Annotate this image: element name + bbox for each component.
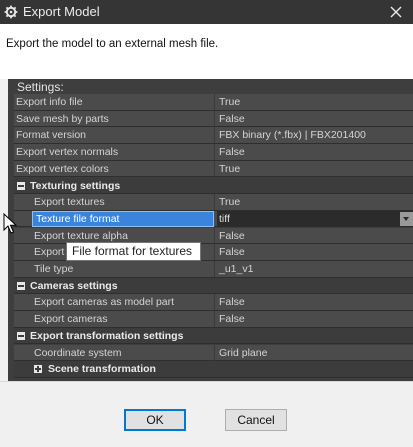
property-value: True bbox=[219, 96, 241, 108]
column-divider bbox=[214, 127, 215, 144]
column-divider bbox=[214, 261, 215, 277]
property-row[interactable]: Export vertex normals False bbox=[14, 144, 413, 161]
ok-button[interactable]: OK bbox=[124, 409, 186, 431]
property-value: False bbox=[219, 296, 245, 309]
property-row[interactable]: Texture file format tiff bbox=[14, 210, 413, 228]
property-value: True bbox=[219, 162, 241, 175]
property-row[interactable]: Export cameras False bbox=[14, 311, 413, 328]
settings-panel: Settings: Export info file True Save mesh … bbox=[8, 79, 413, 381]
column-divider bbox=[214, 344, 215, 361]
property-name: Export textures bbox=[34, 196, 105, 209]
group-label: Texturing settings bbox=[30, 179, 121, 192]
property-value: False bbox=[219, 229, 245, 242]
group-header[interactable]: Cameras settings bbox=[14, 277, 413, 295]
property-value: True bbox=[219, 196, 241, 209]
property-value: _u1_v1 bbox=[219, 263, 254, 275]
property-name: Texture file format bbox=[36, 212, 120, 225]
collapse-icon[interactable] bbox=[17, 281, 25, 290]
collapse-icon[interactable] bbox=[17, 181, 25, 190]
column-divider bbox=[214, 311, 215, 328]
property-row[interactable]: Save mesh by parts False bbox=[14, 110, 413, 128]
group-header[interactable]: Texturing settings bbox=[14, 177, 413, 194]
dialog-description: Export the model to an external mesh fil… bbox=[6, 38, 219, 50]
property-value: False bbox=[219, 112, 245, 125]
column-divider bbox=[214, 110, 215, 127]
group-label: Scene transformation bbox=[48, 363, 156, 376]
property-name: Format version bbox=[16, 129, 87, 142]
property-row[interactable]: Export cameras as model part False bbox=[14, 294, 413, 311]
property-name: Export cameras bbox=[34, 313, 108, 326]
collapse-icon[interactable] bbox=[17, 331, 25, 340]
property-name: Export bbox=[34, 246, 65, 259]
property-row[interactable]: Tile type _u1_v1 bbox=[14, 261, 413, 278]
group-label: Cameras settings bbox=[30, 279, 118, 292]
property-name: Export info file bbox=[16, 96, 83, 108]
property-name: Export cameras as model part bbox=[34, 296, 175, 309]
property-value[interactable]: tiff bbox=[219, 211, 230, 227]
chevron-down-icon[interactable] bbox=[400, 211, 413, 226]
property-grid: Export info file True Save mesh by parts Fa… bbox=[14, 94, 413, 381]
value-dropdown[interactable] bbox=[217, 210, 413, 227]
column-divider bbox=[214, 244, 215, 261]
property-row[interactable]: Export vertex colors True bbox=[14, 160, 413, 178]
close-icon[interactable] bbox=[387, 3, 405, 21]
property-name: Coordinate system bbox=[34, 346, 122, 359]
column-divider bbox=[214, 94, 215, 110]
property-value: FBX binary (*.fbx) | FBX201400 bbox=[219, 129, 366, 142]
group-label: Export transformation settings bbox=[30, 329, 184, 342]
property-row[interactable]: Coordinate system Grid plane bbox=[14, 344, 413, 361]
group-header[interactable]: Scene transformation bbox=[14, 361, 413, 378]
column-divider bbox=[214, 194, 215, 211]
expand-icon[interactable] bbox=[34, 365, 42, 374]
column-divider bbox=[214, 294, 215, 311]
property-name: Export vertex colors bbox=[16, 162, 109, 175]
description-area: Export the model to an external mesh fil… bbox=[0, 24, 413, 79]
property-name: Tile type bbox=[34, 263, 74, 275]
property-value: False bbox=[219, 246, 245, 259]
group-header[interactable]: Export transformation settings bbox=[14, 327, 413, 345]
divider bbox=[0, 381, 413, 382]
tooltip: File format for textures bbox=[66, 242, 201, 261]
property-value: False bbox=[219, 313, 245, 326]
mouse-pointer-icon bbox=[3, 213, 17, 234]
window-title: Export Model bbox=[23, 4, 100, 19]
column-divider bbox=[214, 227, 215, 244]
column-divider bbox=[214, 144, 215, 161]
property-row[interactable]: Format version FBX binary (*.fbx) | FBX20… bbox=[14, 127, 413, 144]
column-divider bbox=[214, 160, 215, 177]
property-name: Save mesh by parts bbox=[16, 112, 109, 125]
property-value: Grid plane bbox=[219, 346, 268, 359]
title-bar: Export Model bbox=[0, 0, 413, 24]
cancel-button[interactable]: Cancel bbox=[225, 409, 287, 431]
property-value: False bbox=[219, 146, 245, 159]
property-name: Export vertex normals bbox=[16, 146, 119, 159]
property-row[interactable]: Export info file True bbox=[14, 94, 413, 111]
settings-label: Settings: bbox=[17, 80, 64, 94]
gear-icon bbox=[4, 5, 18, 19]
property-row[interactable]: Export textures True bbox=[14, 194, 413, 211]
